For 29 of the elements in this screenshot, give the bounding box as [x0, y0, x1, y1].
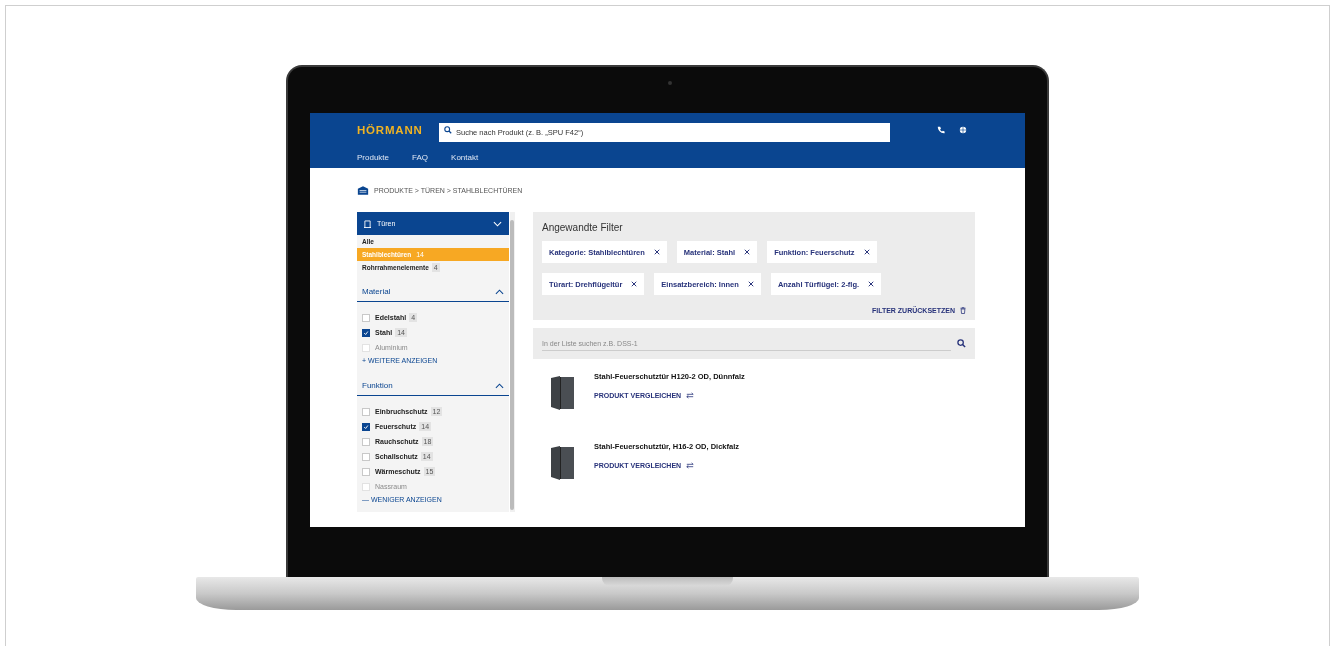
door-icon [364, 219, 371, 228]
globe-icon[interactable] [959, 126, 967, 134]
logo[interactable]: HÖRMANN [357, 124, 439, 136]
camera-icon [667, 81, 672, 85]
scrollbar[interactable] [510, 212, 515, 512]
checkbox[interactable] [362, 328, 370, 337]
search-icon [957, 339, 966, 348]
nav-link[interactable]: Kontakt [451, 153, 479, 162]
close-icon[interactable] [744, 249, 751, 255]
garage-icon[interactable] [357, 185, 369, 195]
trash-icon[interactable] [960, 307, 966, 314]
section-header[interactable]: Funktion [357, 376, 509, 396]
swap-arrows-icon[interactable] [686, 462, 695, 469]
close-icon[interactable] [868, 281, 875, 287]
close-icon[interactable] [747, 281, 754, 287]
search-icon [444, 126, 452, 134]
chevron-down-icon [493, 220, 502, 227]
swap-arrows-icon[interactable] [686, 392, 695, 399]
chevron-up-icon [495, 382, 504, 389]
section-header[interactable]: Material [357, 282, 509, 302]
phone-icon[interactable] [937, 126, 945, 134]
checkbox[interactable] [362, 422, 370, 431]
close-icon[interactable] [653, 249, 660, 255]
nav-link[interactable]: FAQ [412, 153, 429, 162]
close-icon[interactable] [631, 281, 638, 287]
chevron-up-icon [495, 288, 504, 295]
nav-link[interactable]: Produkte [357, 153, 390, 162]
close-icon[interactable] [863, 249, 870, 255]
panel-title: Angewandte Filter [542, 222, 624, 233]
